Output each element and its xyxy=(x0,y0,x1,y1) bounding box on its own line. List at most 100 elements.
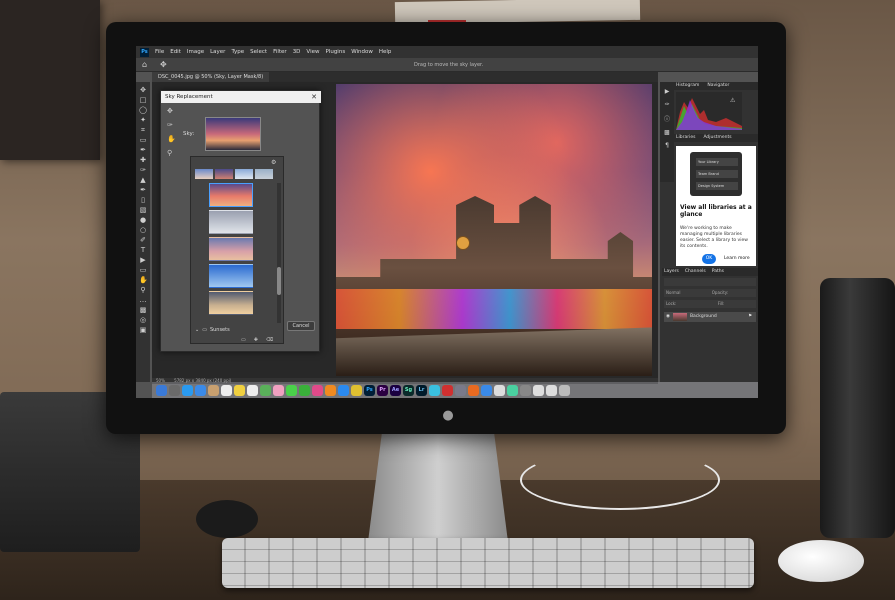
eyedropper-icon[interactable]: ✒ xyxy=(139,146,147,154)
reminders-icon[interactable] xyxy=(247,384,258,396)
menu-layer[interactable]: Layer xyxy=(210,49,225,55)
picker-scrollbar[interactable] xyxy=(277,183,281,323)
menu-file[interactable]: File xyxy=(155,49,164,55)
hand-icon[interactable]: ✋ xyxy=(167,135,179,143)
dock-app-icon[interactable] xyxy=(494,384,505,396)
sky-option[interactable] xyxy=(209,291,253,315)
frame-icon[interactable]: ▭ xyxy=(139,136,147,144)
zoom-icon[interactable]: ⚲ xyxy=(139,286,147,294)
history-brush-icon[interactable]: ✒ xyxy=(139,186,147,194)
menu-help[interactable]: Help xyxy=(379,49,392,55)
facetime-icon[interactable] xyxy=(299,384,310,396)
dock-app-icon[interactable] xyxy=(481,384,492,396)
blend-mode-select[interactable]: Normal Opacity: xyxy=(664,289,756,297)
sky-option[interactable] xyxy=(209,210,253,234)
menu-filter[interactable]: Filter xyxy=(273,49,287,55)
cancel-button[interactable]: Cancel xyxy=(287,321,315,331)
tab-layers[interactable]: Layers xyxy=(664,268,679,276)
trash-icon[interactable] xyxy=(559,384,570,396)
notes-icon[interactable] xyxy=(234,384,245,396)
menu-image[interactable]: Image xyxy=(187,49,204,55)
menu-plugins[interactable]: Plugins xyxy=(325,49,345,55)
sky-preset[interactable] xyxy=(215,169,233,179)
tab-channels[interactable]: Channels xyxy=(685,268,706,276)
sky-selector[interactable] xyxy=(205,117,261,151)
document-tab[interactable]: DSC_0045.jpg @ 50% (Sky, Layer Mask/8) xyxy=(152,72,270,82)
blur-icon[interactable]: ● xyxy=(139,216,147,224)
menu-3d[interactable]: 3D xyxy=(293,49,301,55)
move-icon[interactable]: ✥ xyxy=(139,86,147,94)
dock-app-icon[interactable] xyxy=(429,384,440,396)
dock-app-icon[interactable] xyxy=(455,384,466,396)
brush-settings-icon[interactable]: ✑ xyxy=(664,101,669,108)
dock-app-icon[interactable] xyxy=(546,384,557,396)
launchpad-icon[interactable] xyxy=(169,384,180,396)
sky-option[interactable] xyxy=(209,183,253,207)
trash-icon[interactable]: ⌫ xyxy=(266,337,273,343)
zoom-icon[interactable]: ⚲ xyxy=(167,149,179,157)
dock-app-icon[interactable] xyxy=(507,384,518,396)
brush-icon[interactable]: ✑ xyxy=(139,166,147,174)
dock-app-icon[interactable] xyxy=(468,384,479,396)
tab-adjustments[interactable]: Adjustments xyxy=(703,134,731,142)
dodge-icon[interactable]: ○ xyxy=(139,226,147,234)
tab-navigator[interactable]: Navigator xyxy=(707,82,729,90)
quick-select-icon[interactable]: ✦ xyxy=(139,116,147,124)
maps-icon[interactable] xyxy=(260,384,271,396)
chrome-icon[interactable] xyxy=(351,384,362,396)
path-select-icon[interactable]: ▶ xyxy=(139,256,147,264)
sky-preset[interactable] xyxy=(255,169,273,179)
play-icon[interactable]: ▶ xyxy=(665,88,670,95)
finder-icon[interactable] xyxy=(156,384,167,396)
lasso-icon[interactable]: ◯ xyxy=(139,106,147,114)
picker-scroll-thumb[interactable] xyxy=(277,267,281,295)
station-photo[interactable] xyxy=(336,84,652,376)
photos-icon[interactable] xyxy=(273,384,284,396)
menu-type[interactable]: Type xyxy=(231,49,244,55)
more-tools-icon[interactable]: … xyxy=(139,296,147,304)
gradient-icon[interactable]: ▧ xyxy=(139,206,147,214)
type-icon[interactable]: T xyxy=(139,246,147,254)
mail-icon[interactable] xyxy=(195,384,206,396)
sky-brush-icon[interactable]: ✑ xyxy=(167,121,179,129)
close-icon[interactable]: ✕ xyxy=(309,92,319,102)
tab-histogram[interactable]: Histogram xyxy=(676,82,699,90)
color-swatch-icon[interactable]: ▩ xyxy=(139,306,147,314)
layer-filter[interactable] xyxy=(664,278,756,286)
new-folder-icon[interactable]: ▭ xyxy=(241,337,246,343)
move-tool-icon[interactable]: ✥ xyxy=(160,60,174,70)
itunes-icon[interactable] xyxy=(312,384,323,396)
sky-option[interactable] xyxy=(209,264,253,288)
menu-view[interactable]: View xyxy=(306,49,319,55)
photoshop-icon[interactable]: Ps xyxy=(364,384,375,396)
info-icon[interactable]: ⓘ xyxy=(664,114,670,123)
premiere-icon[interactable]: Pr xyxy=(377,384,388,396)
screen-mode-icon[interactable]: ▣ xyxy=(139,326,147,334)
swatches-icon[interactable]: ▩ xyxy=(664,129,670,136)
quick-mask-icon[interactable]: ◎ xyxy=(139,316,147,324)
dock-app-icon[interactable] xyxy=(533,384,544,396)
tab-libraries[interactable]: Libraries xyxy=(676,134,695,142)
marquee-icon[interactable]: □ xyxy=(139,96,147,104)
hand-icon[interactable]: ✋ xyxy=(139,276,148,284)
lightroom-icon[interactable]: Lr xyxy=(416,384,427,396)
pen-icon[interactable]: ✐ xyxy=(139,236,147,244)
after-effects-icon[interactable]: Ae xyxy=(390,384,401,396)
crop-icon[interactable]: ⌗ xyxy=(139,126,147,134)
learn-more-link[interactable]: Learn more xyxy=(724,256,750,261)
sky-preset[interactable] xyxy=(235,169,253,179)
dock-app-icon[interactable] xyxy=(442,384,453,396)
safari-icon[interactable] xyxy=(182,384,193,396)
contacts-icon[interactable] xyxy=(208,384,219,396)
tab-paths[interactable]: Paths xyxy=(712,268,724,276)
eye-icon[interactable]: ◉ xyxy=(666,312,670,322)
menu-edit[interactable]: Edit xyxy=(170,49,181,55)
books-icon[interactable] xyxy=(325,384,336,396)
layer-row[interactable]: ◉ Background ⚑ xyxy=(664,312,756,322)
app-store-icon[interactable] xyxy=(338,384,349,396)
paragraph-icon[interactable]: ¶ xyxy=(665,142,669,149)
substance-icon[interactable]: Sg xyxy=(403,384,414,396)
messages-icon[interactable] xyxy=(286,384,297,396)
dock-app-icon[interactable] xyxy=(520,384,531,396)
sky-move-icon[interactable]: ✥ xyxy=(167,107,179,115)
